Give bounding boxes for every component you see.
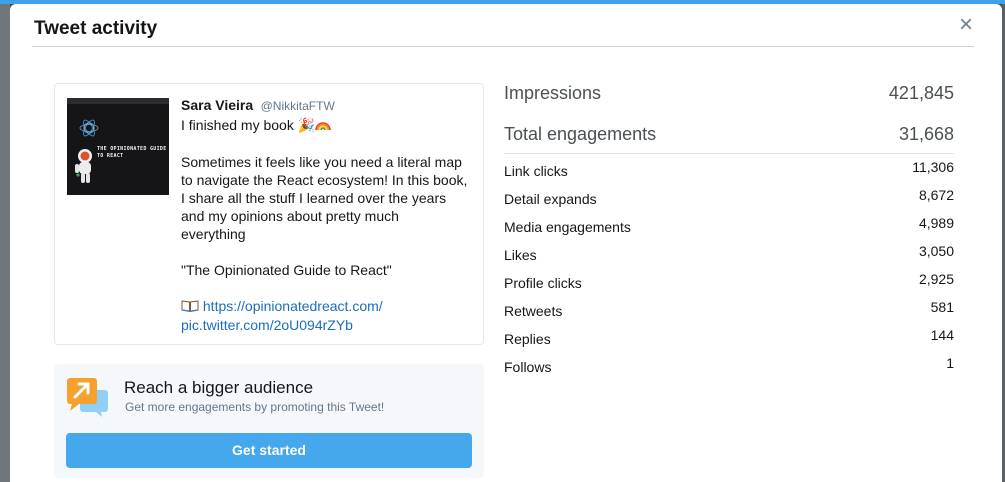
metric-label: Replies xyxy=(504,331,551,347)
tweet-paragraph: Sometimes it feels like you need a liter… xyxy=(181,154,468,242)
promote-chat-arrow-icon xyxy=(67,378,108,417)
author-handle[interactable]: @NikkitaFTW xyxy=(261,99,335,113)
tweet-url-link[interactable]: https://opinionatedreact.com/ xyxy=(203,298,383,314)
metric-row-likes: Likes 3,050 xyxy=(504,243,954,263)
backdrop-overlay xyxy=(0,4,10,482)
party-popper-icon: 🎉 xyxy=(297,118,316,134)
metric-label: Retweets xyxy=(504,303,563,319)
impressions-row: Impressions 421,845 xyxy=(504,80,954,106)
metric-label: Media engagements xyxy=(504,219,631,235)
metric-row-follows: Follows 1 xyxy=(504,355,954,375)
metric-value: 581 xyxy=(930,299,954,315)
metric-label: Detail expands xyxy=(504,191,597,207)
metric-value: 3,050 xyxy=(918,243,954,259)
tweet-first-line: I finished my book 🎉 xyxy=(181,116,477,135)
metric-label: Profile clicks xyxy=(504,275,582,291)
metric-label: Link clicks xyxy=(504,163,568,179)
book-icon xyxy=(181,299,199,315)
impressions-label: Impressions xyxy=(504,82,602,103)
header-divider xyxy=(32,46,974,47)
modal-title: Tweet activity xyxy=(34,18,158,39)
total-engagements-label: Total engagements xyxy=(504,123,657,144)
metric-value: 144 xyxy=(930,327,954,343)
promote-panel: Reach a bigger audience Get more engagem… xyxy=(54,364,484,478)
author-name[interactable]: Sara Vieira xyxy=(181,97,253,113)
promote-subtext: Get more engagements by promoting this T… xyxy=(125,400,385,414)
promote-heading: Reach a bigger audience xyxy=(124,378,314,397)
metric-row-replies: Replies 144 xyxy=(504,327,954,347)
total-engagements-row: Total engagements 31,668 xyxy=(504,121,954,147)
metric-row-retweets: Retweets 581 xyxy=(504,299,954,319)
metric-value: 8,672 xyxy=(918,187,954,203)
tweet-activity-modal: Tweet activity × THE OPINIONATED GUIDE T… xyxy=(10,4,1002,482)
tweet-media-thumbnail[interactable]: THE OPINIONATED GUIDE TO REACT xyxy=(67,98,169,195)
tweet-author[interactable]: Sara Vieira @NikkitaFTW xyxy=(181,97,335,115)
tweet-first-line-text: I finished my book xyxy=(181,117,294,133)
get-started-button[interactable]: Get started xyxy=(66,433,472,468)
tweet-quote: "The Opinionated Guide to React" xyxy=(181,262,392,278)
media-title-text: THE OPINIONATED GUIDE TO REACT xyxy=(97,146,167,159)
metric-value: 11,306 xyxy=(912,159,954,175)
metric-row-link-clicks: Link clicks 11,306 xyxy=(504,159,954,179)
metric-value: 1 xyxy=(946,355,954,371)
total-engagements-value: 31,668 xyxy=(898,123,954,144)
metric-label: Likes xyxy=(504,247,537,263)
close-icon[interactable]: × xyxy=(955,13,977,37)
tweet-card[interactable]: THE OPINIONATED GUIDE TO REACT Sara Viei… xyxy=(54,83,484,345)
metric-row-media-engagements: Media engagements 4,989 xyxy=(504,215,954,235)
metric-label: Follows xyxy=(504,359,552,375)
tweet-text: I finished my book 🎉 Sometimes it feels … xyxy=(181,116,477,334)
metric-row-profile-clicks: Profile clicks 2,925 xyxy=(504,271,954,291)
impressions-value: 421,845 xyxy=(888,82,954,103)
tweet-pic-link[interactable]: pic.twitter.com/2oU094rZYb xyxy=(181,317,353,333)
rainbow-icon xyxy=(315,118,331,134)
tweet-links: https://opinionatedreact.com/pic.twitter… xyxy=(181,297,477,334)
metric-row-detail-expands: Detail expands 8,672 xyxy=(504,187,954,207)
metric-value: 4,989 xyxy=(918,215,954,231)
metrics-divider xyxy=(504,153,954,154)
metric-value: 2,925 xyxy=(918,271,954,287)
